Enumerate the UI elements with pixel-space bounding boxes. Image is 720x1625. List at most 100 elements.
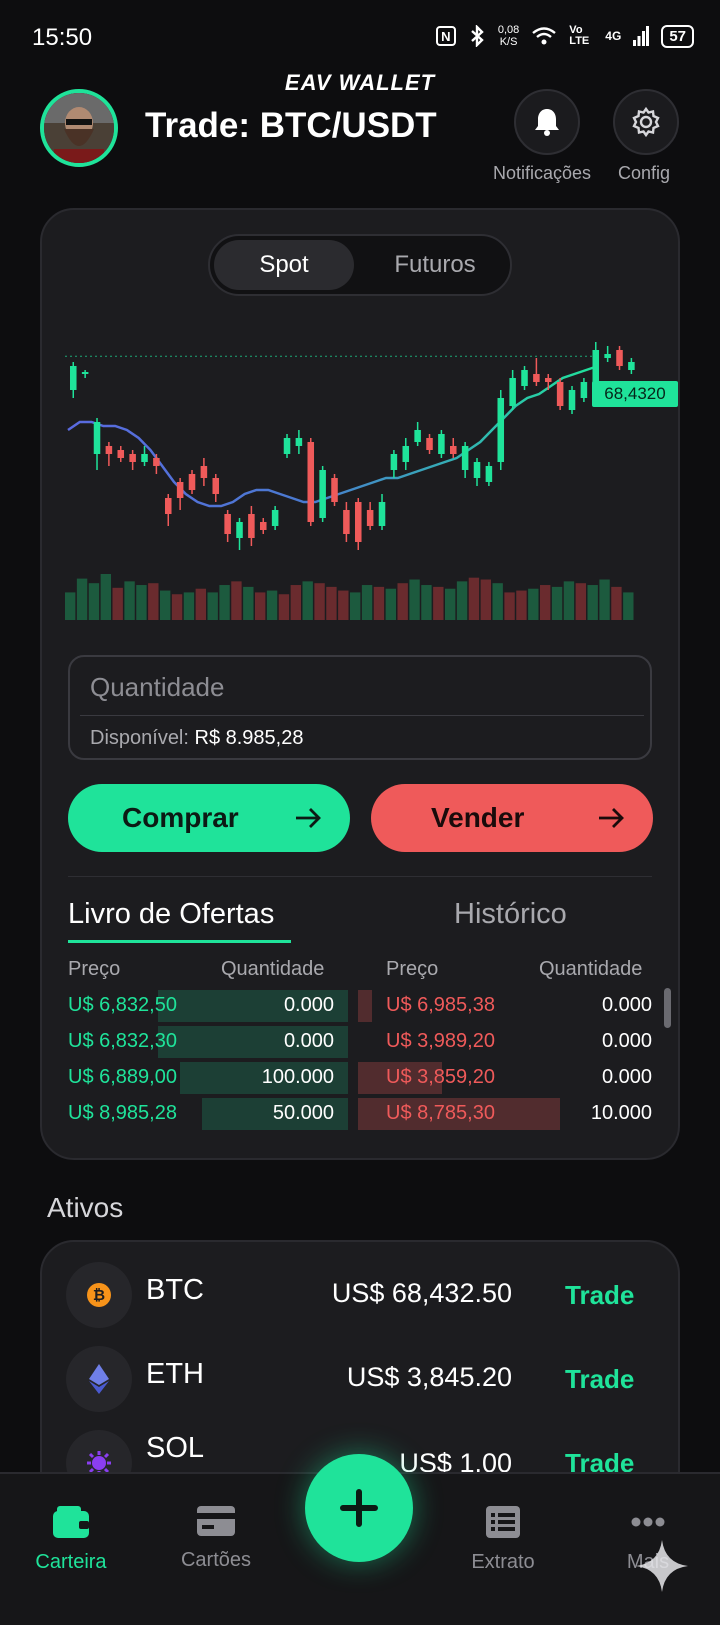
- ask-price: U$ 3,989,20: [386, 1030, 495, 1052]
- candle-body: [248, 514, 255, 538]
- order-book-row[interactable]: U$ 8,985,28 50.000 U$ 8,785,30 10.000: [68, 1098, 652, 1130]
- volume-bar: [456, 581, 468, 620]
- notifications-label: Notificações: [493, 163, 592, 183]
- volume-bar: [100, 574, 111, 620]
- asset-symbol: SOL: [146, 1432, 205, 1464]
- candle-body: [331, 478, 338, 502]
- settings-button[interactable]: [613, 89, 679, 155]
- arrow-right-icon: [296, 808, 321, 828]
- tab-spot[interactable]: Spot: [214, 240, 354, 290]
- order-book-row[interactable]: U$ 6,832,30 0.000 U$ 3,989,20 0.000: [68, 1026, 652, 1058]
- order-book-row[interactable]: U$ 6,832,50 0.000 U$ 6,985,38 0.000: [68, 990, 652, 1022]
- add-button[interactable]: [305, 1454, 413, 1562]
- candle-body: [295, 438, 303, 446]
- candle-body: [461, 446, 469, 470]
- candle-body: [485, 466, 493, 482]
- volume-bar: [468, 577, 480, 620]
- candle-body: [93, 422, 101, 454]
- candle-body: [509, 378, 516, 406]
- sparkle-icon: [636, 1540, 688, 1592]
- asset-symbol: ETH: [146, 1358, 204, 1390]
- brand-logo: EAV WALLET: [284, 70, 436, 95]
- order-book-scrollbar[interactable]: [664, 988, 671, 1028]
- ask-price: U$ 3,859,20: [386, 1066, 495, 1088]
- net-speed-value: 0,08: [497, 24, 520, 36]
- trade-eth-button[interactable]: Trade: [565, 1364, 634, 1395]
- ask-price: U$ 6,985,38: [386, 994, 495, 1016]
- order-book-row[interactable]: U$ 6,889,00 100.000 U$ 3,859,20 0.000: [68, 1062, 652, 1094]
- volume-bar: [88, 583, 100, 620]
- battery-indicator: 57: [661, 24, 694, 48]
- ask-quantity: 0.000: [601, 1066, 652, 1088]
- volume-bar: [243, 586, 254, 620]
- candle-body: [580, 382, 588, 398]
- candle-body: [355, 502, 362, 542]
- sell-button[interactable]: Vender: [371, 784, 653, 852]
- tab-history[interactable]: Histórico: [454, 898, 567, 931]
- nav-cards[interactable]: Cartões: [156, 1505, 276, 1572]
- list-icon: [486, 1506, 520, 1538]
- candle-body: [438, 434, 445, 454]
- nav-statement[interactable]: Extrato: [443, 1505, 563, 1574]
- volume-bar: [373, 586, 385, 620]
- price-chart[interactable]: [60, 320, 680, 630]
- status-time: 15:50: [32, 24, 93, 51]
- candle-body: [426, 438, 433, 450]
- candle-body: [129, 454, 136, 462]
- bid-quantity: 0.000: [283, 994, 334, 1016]
- quantity-divider: [80, 715, 644, 716]
- asset-row-btc[interactable]: ₿ BTC US$ 68,432.50 Trade: [40, 1260, 680, 1330]
- candle-body: [271, 510, 279, 526]
- tab-order-book[interactable]: Livro de Ofertas: [68, 898, 274, 931]
- tab-futures[interactable]: Futuros: [365, 240, 505, 290]
- volte-label: Vo LTE: [569, 24, 590, 47]
- nav-wallet[interactable]: Carteira: [11, 1505, 131, 1574]
- volume-bar: [183, 592, 195, 620]
- candle-body: [390, 454, 398, 470]
- network-label: 4G: [605, 29, 622, 43]
- candle-body: [307, 442, 315, 522]
- candle-body: [366, 510, 374, 526]
- candle-body: [604, 354, 611, 358]
- candle-body: [200, 466, 208, 478]
- volume-bar: [397, 583, 408, 620]
- candle-body: [414, 430, 421, 442]
- gear-icon: [632, 106, 660, 138]
- volume-bar: [219, 585, 230, 620]
- quantity-input[interactable]: Quantidade: [90, 672, 224, 703]
- volume-bar: [195, 588, 206, 620]
- avatar-image: [44, 93, 114, 163]
- nav-cards-label: Cartões: [180, 1549, 252, 1571]
- volume-bar: [231, 581, 242, 620]
- volume-bar: [326, 586, 337, 620]
- volume-bar: [587, 585, 598, 620]
- volume-bar: [207, 592, 218, 620]
- candle-body: [165, 498, 172, 514]
- volume-bar: [599, 579, 610, 620]
- volume-bar: [171, 594, 183, 620]
- asset-symbol: BTC: [146, 1274, 204, 1306]
- ask-depth-bar: [358, 990, 372, 1022]
- bid-quantity: 0.000: [283, 1030, 334, 1052]
- ask-price-header: Preço: [386, 958, 439, 980]
- plus-icon: [340, 1489, 378, 1527]
- bid-quantity: 100.000: [261, 1066, 334, 1088]
- bid-price-header: Preço: [68, 958, 121, 980]
- volume-bar: [492, 583, 503, 620]
- candle-body: [533, 374, 540, 382]
- asset-row-eth[interactable]: ETH US$ 3,845.20 Trade: [40, 1344, 680, 1414]
- available-label: Disponível:: [90, 727, 189, 749]
- buy-button[interactable]: Comprar: [68, 784, 350, 852]
- volume-bar: [278, 594, 290, 620]
- volume-bar: [516, 590, 527, 620]
- candle-body: [450, 446, 457, 454]
- trade-btc-button[interactable]: Trade: [565, 1280, 634, 1311]
- avatar[interactable]: [40, 89, 118, 167]
- volume-bar: [611, 586, 622, 620]
- ask-price: U$ 8,785,30: [386, 1102, 495, 1124]
- notifications-button[interactable]: [514, 89, 580, 155]
- candle-body: [568, 390, 576, 410]
- bitcoin-icon: ₿: [66, 1262, 132, 1328]
- bell-icon: [535, 109, 559, 136]
- bluetooth-icon: [471, 25, 484, 47]
